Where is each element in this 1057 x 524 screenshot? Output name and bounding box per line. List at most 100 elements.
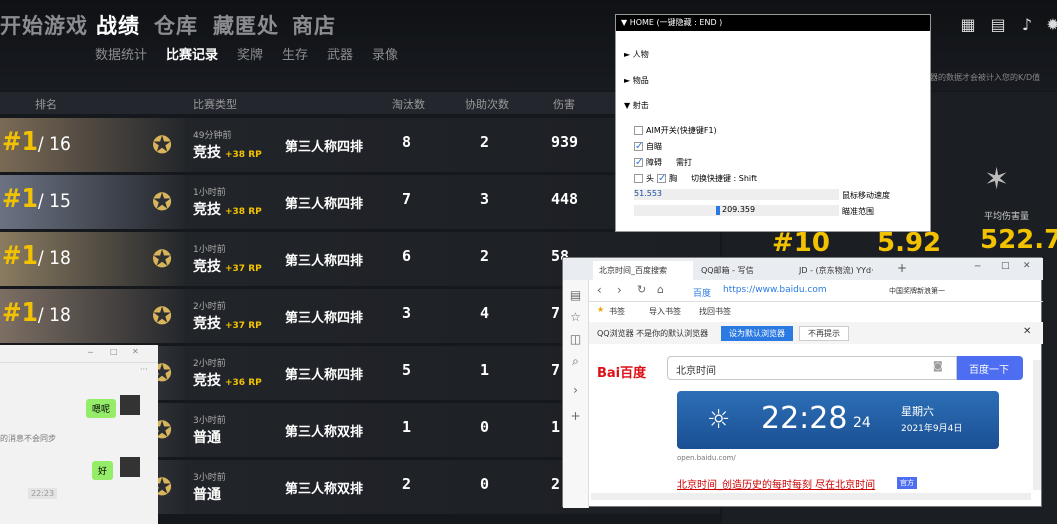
- favorite-icon[interactable]: ☆: [563, 310, 588, 324]
- match-mode: 普通: [193, 430, 221, 446]
- baidu-logo[interactable]: Bai百度: [597, 362, 646, 381]
- range-label: 瞄准范围: [842, 207, 874, 216]
- speed-slider[interactable]: 51.553: [634, 189, 839, 200]
- check-icon[interactable]: ✓: [634, 158, 643, 168]
- match-mode: 竞技 +38 RP: [193, 202, 262, 218]
- add-icon[interactable]: +: [563, 409, 588, 423]
- minimize-icon[interactable]: ─: [975, 262, 980, 272]
- range-slider[interactable]: 209.359: [634, 205, 839, 216]
- menu-characters[interactable]: ► 人物: [624, 49, 649, 60]
- more-icon[interactable]: ···: [140, 365, 148, 374]
- barrier-toggle[interactable]: ✓ 障碍 需打: [634, 157, 692, 168]
- news-ticker[interactable]: 中国奖牌新浪第一: [889, 286, 945, 296]
- damage-value: 7: [551, 361, 561, 379]
- search-button[interactable]: 百度一下: [957, 356, 1023, 380]
- search-input[interactable]: 北京时间: [667, 356, 957, 380]
- reader-icon[interactable]: ▤: [563, 288, 588, 302]
- store-icon[interactable]: ▦: [957, 14, 979, 36]
- menu-items[interactable]: ► 物品: [624, 75, 649, 86]
- avatar[interactable]: [120, 395, 140, 415]
- menu-shooting[interactable]: ▼ 射击: [624, 100, 649, 111]
- tab-title: QQ邮箱 - 写信: [701, 266, 754, 275]
- nav-stats[interactable]: 战绩: [96, 10, 140, 40]
- avatar[interactable]: [120, 457, 140, 477]
- tab-title: 北京时间_百度搜索: [599, 266, 667, 275]
- subnav-survival[interactable]: 生存: [282, 44, 308, 63]
- expand-icon[interactable]: ›: [563, 383, 588, 397]
- bookmark-item[interactable]: 找回书签: [699, 306, 731, 317]
- tab-jd[interactable]: JD - (京东物流) YYd·: [793, 261, 893, 280]
- header-assists: 协助次数: [465, 98, 509, 111]
- refresh-icon[interactable]: ↻: [637, 283, 646, 296]
- close-icon[interactable]: ✕: [132, 347, 139, 356]
- match-rank: #1/ 18: [2, 241, 71, 271]
- back-icon[interactable]: ‹: [597, 283, 602, 297]
- no-prompt-button[interactable]: 不再提示: [799, 326, 849, 341]
- head-checkbox[interactable]: [634, 174, 643, 183]
- gear-icon[interactable]: ✹: [1042, 14, 1057, 36]
- tab-baidu[interactable]: 北京时间_百度搜索: [593, 261, 693, 280]
- minimize-icon[interactable]: ─: [88, 348, 93, 357]
- tab-title: JD - (京东物流) YYd·: [799, 266, 874, 275]
- nav-inventory[interactable]: 仓库: [154, 10, 198, 40]
- aim-toggle[interactable]: AIM开关(快捷键F1): [634, 125, 717, 136]
- speed-value: 51.553: [634, 189, 662, 198]
- target-toggle[interactable]: 头 ✓ 胸 切换快捷键 : Shift: [634, 173, 757, 184]
- range-thumb[interactable]: [716, 206, 720, 215]
- tab-qqmail[interactable]: QQ邮箱 - 写信: [695, 261, 791, 280]
- match-mode: 竞技 +38 RP: [193, 145, 262, 161]
- assists-value: 1: [480, 361, 490, 379]
- subnav-weapons[interactable]: 武器: [327, 44, 353, 63]
- menu-title[interactable]: ▼ HOME (一键隐藏 : END ): [616, 15, 930, 31]
- result-source: open.baidu.com/: [677, 454, 736, 462]
- h-scrollbar[interactable]: [591, 493, 1031, 500]
- default-browser-bar: QQ浏览器 不是你的默认浏览器 设为默认浏览器 不再提示 ✕: [589, 322, 1043, 344]
- url-tag: 百度: [693, 289, 712, 299]
- news-icon[interactable]: ▤: [987, 14, 1009, 36]
- check-icon[interactable]: ✓: [634, 142, 643, 152]
- bookmark-item[interactable]: 书签: [609, 306, 625, 317]
- check-icon[interactable]: ✓: [657, 174, 666, 184]
- shoot-label: 需打: [676, 158, 692, 167]
- assists-value: 3: [480, 190, 490, 208]
- squad-type: 第三人称四排: [285, 311, 364, 326]
- subnav-replays[interactable]: 录像: [372, 44, 398, 63]
- clock-seconds: 24: [853, 415, 871, 431]
- subnav-matches[interactable]: 比赛记录: [166, 44, 218, 63]
- camera-icon[interactable]: ◙: [933, 361, 943, 372]
- assists-value: 2: [480, 133, 490, 151]
- search-icon[interactable]: ⌕: [563, 354, 588, 369]
- auto-aim-toggle[interactable]: ✓ 自瞄: [634, 141, 662, 152]
- table-row[interactable]: ✪ #1/ 15 1小时前 竞技 +38 RP 第三人称四排 7 3 448: [0, 175, 720, 229]
- chat-time: 22:23: [28, 488, 58, 499]
- scrollbar[interactable]: [1033, 360, 1041, 490]
- nav-stash[interactable]: 藏匿处: [213, 10, 279, 40]
- maximize-icon[interactable]: □: [1001, 261, 1010, 271]
- tab-bar: 北京时间_百度搜索 QQ邮箱 - 写信 JD - (京东物流) YYd· + ─…: [563, 258, 1043, 280]
- maximize-icon[interactable]: □: [110, 347, 118, 356]
- url-field[interactable]: https://www.baidu.com: [723, 285, 827, 295]
- chat-window: ─ □ ✕ ··· 嗯呢 的消息不会同步 好 22:23: [0, 345, 158, 524]
- nav-store[interactable]: 商店: [292, 10, 336, 40]
- close-icon[interactable]: ✕: [1023, 326, 1031, 337]
- subnav-overview[interactable]: 数据统计: [95, 44, 147, 63]
- search-result[interactable]: 北京时间_创造历史的每时每刻 尽在北京时间: [677, 476, 875, 491]
- kills-value: 3: [402, 304, 412, 322]
- bookmark-item[interactable]: 导入书签: [649, 306, 681, 317]
- forward-icon[interactable]: ›: [617, 283, 622, 297]
- match-time: 3小时前: [193, 473, 226, 483]
- match-time: 3小时前: [193, 416, 226, 426]
- nav-play[interactable]: 开始游戏: [0, 10, 88, 40]
- kd-note: 器的数据才会被计入您的K/D值: [930, 73, 1041, 82]
- squad-type: 第三人称四排: [285, 197, 364, 212]
- subnav-medals[interactable]: 奖牌: [237, 44, 263, 63]
- match-rank: #1/ 15: [2, 184, 71, 214]
- bell-icon[interactable]: ♪: [1016, 14, 1038, 36]
- home-icon[interactable]: ⌂: [657, 283, 664, 296]
- set-default-button[interactable]: 设为默认浏览器: [721, 326, 793, 341]
- new-tab-button[interactable]: +: [897, 261, 907, 275]
- close-icon[interactable]: ✕: [1023, 261, 1031, 271]
- aim-checkbox[interactable]: [634, 126, 643, 135]
- table-row[interactable]: ✪ #1/ 16 49分钟前 竞技 +38 RP 第三人称四排 8 2 939: [0, 118, 720, 172]
- book-icon[interactable]: ◫: [563, 332, 588, 346]
